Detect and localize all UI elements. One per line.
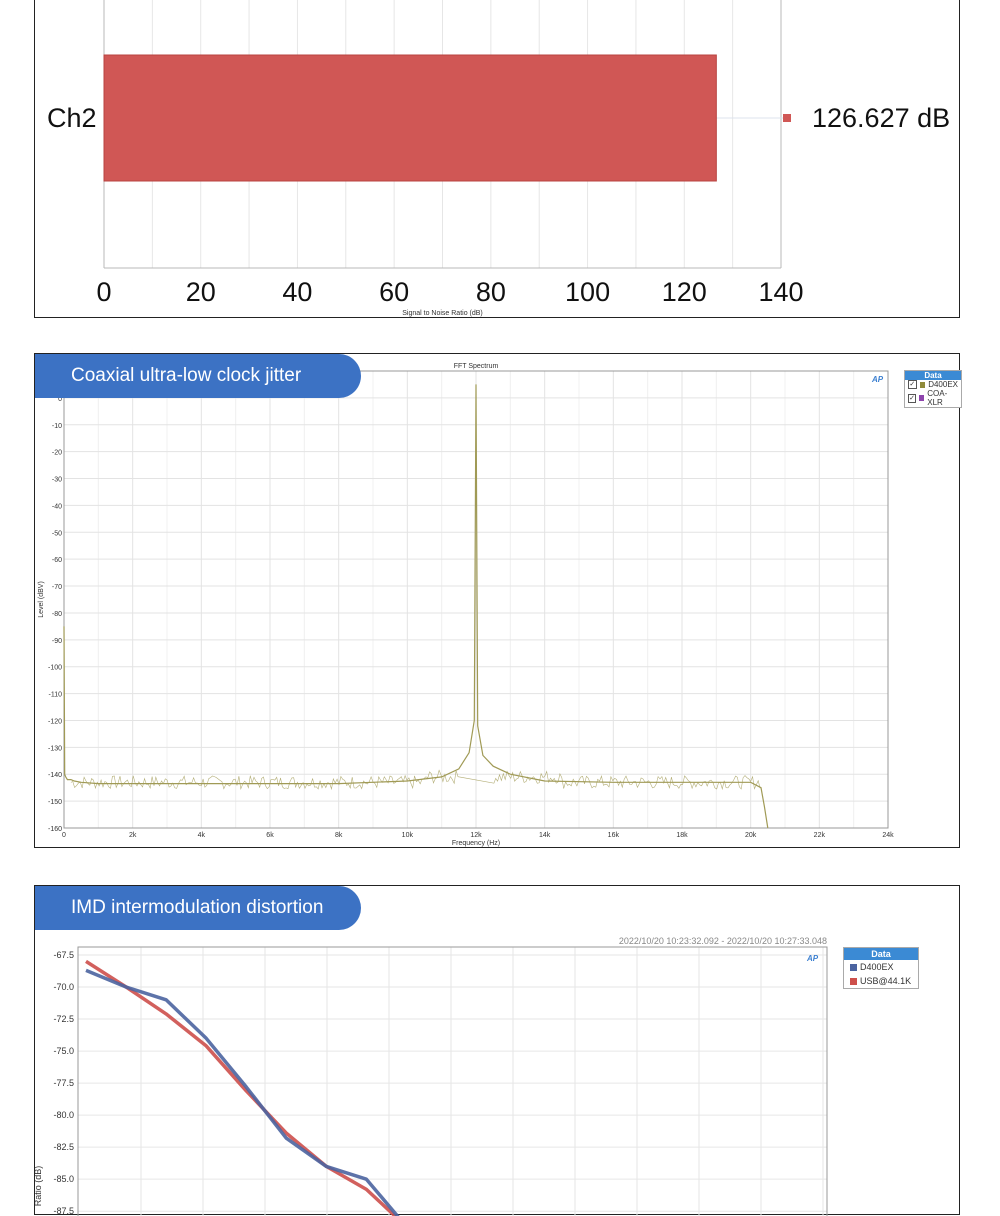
swatch-icon [919,395,925,401]
x-tick-label: 12k [470,832,482,839]
y-tick-label: -90 [52,638,62,645]
y-tick-label: -130 [48,745,62,752]
imd-chart-panel: IMD intermodulation distortion 2022/10/2… [34,885,960,1216]
fft-chart: FFT Spectrum 0 -10 -20 -30 -40 -50 -60 -70 -80 -90… [38,363,894,847]
ap-logo-icon: AP [806,954,819,963]
ap-logo-icon: AP [871,375,884,384]
x-tick-label: 100 [565,277,610,307]
y-tick-label: -70.0 [53,982,74,992]
y-tick-label: -10 [52,423,62,430]
swatch-icon [919,381,926,388]
y-tick-label: -75.0 [53,1046,74,1056]
x-tick-label: 10k [402,832,414,839]
x-axis-title: Frequency (Hz) [452,840,500,847]
y-tick-label: -70 [52,584,62,591]
y-tick-label: -72.5 [53,1014,74,1024]
bar-ch2 [103,54,717,182]
fft-banner: Coaxial ultra-low clock jitter [35,354,361,398]
x-tick-label: 18k [676,832,688,839]
y-tick-label: -120 [48,718,62,725]
y-tick-label: -85.0 [53,1174,74,1184]
imd-banner: IMD intermodulation distortion [35,886,361,930]
time-range-annotation: 2022/10/20 10:23:32.092 - 2022/10/20 10:… [619,936,827,946]
x-tick-label: 8k [335,832,343,839]
fft-legend-title: Data [905,371,961,380]
imd-legend-item-usb[interactable]: USB@44.1K [844,974,918,988]
fft-legend: Data ✓ D400EX ✓ COA-XLR [904,370,962,408]
snr-chart-panel: Ch2 126.627 dB 0 20 40 60 80 100 120 140 Signal to… [34,0,960,318]
value-marker [783,114,791,122]
x-tick-label: 40 [282,277,312,307]
swatch-icon [850,977,857,985]
y-tick-label: -77.5 [53,1078,74,1088]
x-tick-label: 16k [608,832,620,839]
imd-chart: 2022/10/20 10:23:32.092 - 2022/10/20 10:… [35,936,828,1216]
x-tick-label: 2k [129,832,137,839]
y-axis-title: Level (dBV) [38,581,45,618]
snr-chart: Ch2 126.627 dB 0 20 40 60 80 100 120 140 Signal to… [47,0,950,317]
y-tick-label: -20 [52,450,62,457]
y-tick-label: -110 [49,692,63,699]
y-tick-label: -80 [52,611,62,618]
imd-legend-label: USB@44.1K [860,976,912,986]
imd-series-line [85,959,398,1216]
x-tick-label: 80 [476,277,506,307]
y-tick-label: -140 [48,772,62,779]
y-axis-title: Ratio (dB) [35,1166,43,1207]
x-tick-label: 140 [758,277,803,307]
x-tick-label: 0 [62,832,66,839]
y-tick-label: -67.5 [53,950,74,960]
imd-legend: Data D400EX USB@44.1K [843,947,919,989]
y-tick-label: -150 [48,799,62,806]
fft-noise-floor [70,769,761,791]
x-tick-label: 20k [745,832,757,839]
y-tick-label: -50 [52,530,62,537]
x-tick-label: 20 [186,277,216,307]
y-tick-label: -82.5 [53,1142,74,1152]
fft-chart-panel: Coaxial ultra-low clock jitter FFT Spect… [34,353,962,848]
y-tick-label: -80.0 [53,1110,74,1120]
x-tick-label: 120 [662,277,707,307]
checkbox-icon[interactable]: ✓ [908,393,917,403]
x-tick-label: 4k [198,832,206,839]
imd-legend-item-d400ex[interactable]: D400EX [844,960,918,974]
x-tick-label: 22k [814,832,826,839]
imd-legend-label: D400EX [860,962,894,972]
imd-legend-title: Data [844,948,918,960]
fft-legend-item-coa-xlr[interactable]: ✓ COA-XLR [905,389,961,407]
fft-legend-label: COA-XLR [927,389,948,407]
y-tick-label: -100 [48,665,62,672]
checkbox-icon[interactable]: ✓ [908,380,917,389]
bar-value-label: 126.627 dB [812,103,950,133]
y-tick-label: -60 [52,557,62,564]
x-axis-title: Signal to Noise Ratio (dB) [402,310,483,317]
swatch-icon [850,963,857,971]
x-tick-label: 0 [96,277,111,307]
fft-legend-item-d400ex[interactable]: ✓ D400EX [905,380,961,389]
y-tick-label: -160 [48,826,62,833]
y-tick-label: -87.5 [53,1206,74,1216]
x-tick-label: 14k [539,832,551,839]
x-tick-label: 60 [379,277,409,307]
y-tick-label: -30 [52,477,62,484]
chart-title: FFT Spectrum [454,363,499,370]
fft-trace [63,384,769,829]
y-tick-label: -40 [52,503,62,510]
x-tick-label: 24k [882,832,894,839]
category-label: Ch2 [47,103,97,133]
fft-legend-label: D400EX [928,380,958,389]
x-tick-label: 6k [266,832,274,839]
